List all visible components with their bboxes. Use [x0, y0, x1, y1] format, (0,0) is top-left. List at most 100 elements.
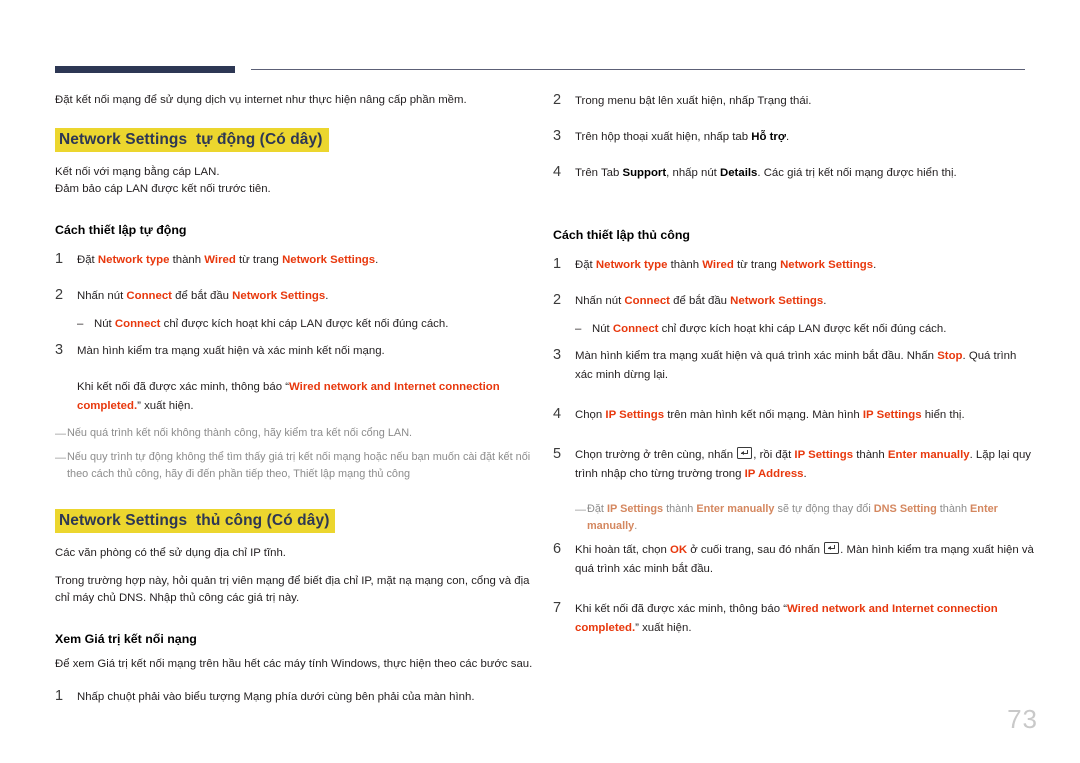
manual-line-1: Các văn phòng có thể sử dụng địa chỉ IP … — [55, 547, 286, 559]
keyword-connect: Connect — [126, 290, 172, 302]
view-step-2: 2 Trong menu bật lên xuất hiện, nhấp Trạ… — [553, 92, 1036, 111]
step-body: Nhấn nút Connect để bắt đầu Network Sett… — [77, 287, 538, 306]
detail-text: ” xuất hiện. — [137, 400, 194, 412]
step-text: . — [823, 295, 827, 307]
section-auto-heading-wrap: Network Settings tự động (Có dây) — [55, 128, 538, 152]
auto-note-1: — Nếu quá trình kết nối không thành công… — [55, 425, 538, 443]
right-column: 2 Trong menu bật lên xuất hiện, nhấp Trạ… — [553, 92, 1036, 647]
auto-note-2: — Nếu quy trình tự động không thể tìm th… — [55, 449, 538, 483]
keyword-enter-manually: Enter manually — [887, 449, 970, 461]
step-text: thành — [667, 259, 703, 271]
note-dash-icon: — — [575, 504, 586, 516]
section-auto-heading: Network Settings tự động (Có dây) — [55, 128, 329, 152]
dash-text: Nút — [592, 323, 613, 335]
note-body: Nếu quy trình tự động không thể tìm thấy… — [67, 451, 531, 480]
keyword-network-settings: Network Settings — [780, 259, 874, 271]
keyword-connect: Connect — [114, 318, 161, 330]
enter-key-icon — [737, 447, 753, 459]
note-dash-icon: — — [55, 428, 66, 440]
step-body: Trên Tab Support, nhấp nút Details. Các … — [575, 164, 1036, 183]
document-page: Đặt kết nối mạng để sử dụng dịch vụ inte… — [0, 0, 1080, 763]
note-body: Nếu quá trình kết nối không thành công, … — [67, 427, 413, 439]
step-text: Nhấn nút — [575, 295, 625, 307]
step-body: Nhấn nút Connect để bắt đầu Network Sett… — [575, 292, 1036, 311]
step-number: 3 — [553, 347, 562, 363]
step-text: Đặt — [77, 254, 98, 266]
dash-body: Nút Connect chỉ được kích hoạt khi cáp L… — [94, 315, 538, 334]
keyword-network-settings: Network Settings — [232, 290, 326, 302]
manual-intro: Để xem Giá trị kết nối mạng trên hầu hết… — [55, 658, 533, 670]
keyword-network-type: Network type — [595, 259, 668, 271]
step-text: thành — [853, 449, 888, 461]
view-step-3: 3 Trên hộp thoại xuất hiện, nhấp tab Hỗ … — [553, 128, 1036, 147]
step-body: Chọn trường ở trên cùng, nhấn , rồi đặt … — [575, 446, 1036, 484]
step-text: Khi hoàn tất, chọn — [575, 544, 670, 556]
step-text: . — [873, 259, 877, 271]
manual-setup-step-5: 5 Chọn trường ở trên cùng, nhấn , rồi đặ… — [553, 446, 1036, 484]
manual-setup-step-1: 1 Đặt Network type thành Wired từ trang … — [553, 256, 1036, 275]
manual-setup-step-7: 7 Khi kết nối đã được xác minh, thông bá… — [553, 600, 1036, 638]
section-manual-heading-wrap: Network Settings thủ công (Có dây) — [55, 509, 538, 533]
step-text: để bắt đầu — [669, 295, 731, 307]
step-number: 3 — [553, 128, 562, 144]
manual-step-1: 1 Nhấp chuột phải vào biểu tượng Mạng ph… — [55, 688, 538, 707]
auto-step-1: 1 Đặt Network type thành Wired từ trang … — [55, 251, 538, 270]
note-text: thành — [936, 503, 971, 515]
header-bar-thick — [55, 66, 235, 73]
section-manual-heading: Network Settings thủ công (Có dây) — [55, 509, 336, 533]
keyword-connect: Connect — [612, 323, 659, 335]
step-number: 2 — [553, 292, 562, 308]
step-text: . — [785, 131, 790, 143]
auto-step-2-note: ‒ Nút Connect chỉ được kích hoạt khi cáp… — [55, 315, 538, 334]
step-text: thành — [169, 254, 205, 266]
left-column: Đặt kết nối mạng để sử dụng dịch vụ inte… — [55, 92, 538, 716]
keyword-connect: Connect — [624, 295, 670, 307]
step-number: 1 — [55, 251, 64, 267]
keyword-ip-address: IP Address — [744, 468, 804, 480]
step-text: trên màn hình kết nối mạng. Màn hình — [664, 409, 863, 421]
step-number: 1 — [553, 256, 562, 272]
bold-details: Details — [720, 167, 758, 179]
manual-line-2: Trong trường hợp này, hỏi quản trị viên … — [55, 575, 530, 604]
step-detail-body: Khi kết nối đã được xác minh, thông báo … — [77, 378, 538, 416]
dash-body: Nút Connect chỉ được kích hoạt khi cáp L… — [592, 320, 1036, 339]
keyword-ip-settings: IP Settings — [862, 409, 922, 421]
step-text: , rồi đặt — [753, 449, 795, 461]
keyword-network-settings: Network Settings — [282, 254, 376, 266]
enter-key-icon — [824, 542, 840, 554]
auto-step-2: 2 Nhấn nút Connect để bắt đầu Network Se… — [55, 287, 538, 306]
step-text: Đặt — [575, 259, 596, 271]
step-number: 2 — [55, 287, 64, 303]
manual-sub-heading: Xem Giá trị kết nối nạng — [55, 632, 197, 646]
step-text: . — [375, 254, 379, 266]
step-text: ở cuối trang, sau đó nhấn — [687, 544, 824, 556]
auto-line-1: Kết nối với mạng bằng cáp LAN. — [55, 166, 220, 178]
note-text: sẽ tự động thay đổi — [774, 503, 874, 515]
dash-text: chỉ được kích hoạt khi cáp LAN được kết … — [658, 323, 947, 335]
step-text: từ trang — [733, 259, 781, 271]
step-number: 5 — [553, 446, 562, 462]
page-number: 73 — [1007, 704, 1038, 734]
intro-paragraph: Đặt kết nối mạng để sử dụng dịch vụ inte… — [55, 94, 467, 106]
keyword-stop: Stop — [937, 350, 963, 362]
step-number: 3 — [55, 342, 64, 358]
auto-step-3: 3 Màn hình kiểm tra mạng xuất hiện và xá… — [55, 342, 538, 361]
keyword-network-type: Network type — [97, 254, 170, 266]
manual-setup-note: — Đặt IP Settings thành Enter manually s… — [553, 501, 1036, 535]
step-body: Khi kết nối đã được xác minh, thông báo … — [575, 600, 1036, 638]
header-rule — [55, 66, 1025, 76]
auto-sub-heading: Cách thiết lập tự động — [55, 223, 187, 237]
keyword-enter-manually: Enter manually — [696, 503, 775, 515]
step-text: hiển thị. — [921, 409, 965, 421]
manual-setup-step-2-note: ‒ Nút Connect chỉ được kích hoạt khi cáp… — [553, 320, 1036, 339]
bold-support: Support — [622, 167, 667, 179]
step-number: 7 — [553, 600, 562, 616]
note-text: thành — [663, 503, 697, 515]
keyword-ip-settings: IP Settings — [606, 503, 664, 515]
note-text: Đặt — [587, 503, 607, 515]
dash-text: chỉ được kích hoạt khi cáp LAN được kết … — [160, 318, 449, 330]
manual-setup-step-4: 4 Chọn IP Settings trên màn hình kết nối… — [553, 406, 1036, 425]
note-text: . — [634, 520, 638, 532]
keyword-ip-settings: IP Settings — [605, 409, 665, 421]
step-body: Nhấp chuột phải vào biểu tượng Mạng phía… — [77, 691, 475, 703]
